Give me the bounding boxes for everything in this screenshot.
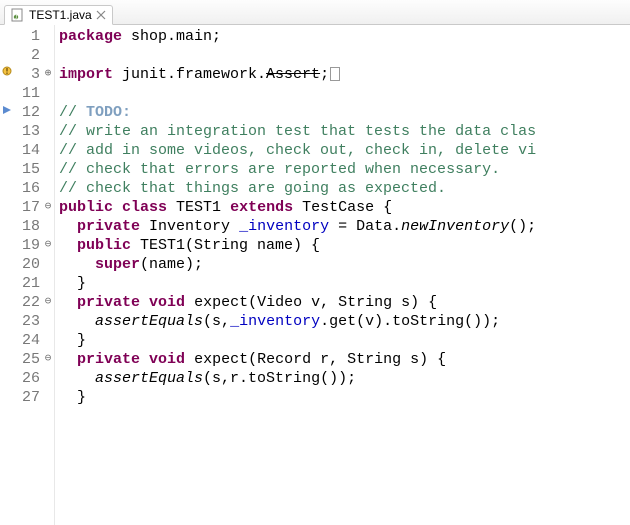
code-line[interactable]: // check that things are going as expect…	[59, 179, 536, 198]
line-number: 27	[14, 388, 42, 407]
fold-collapse-icon[interactable]	[45, 236, 52, 255]
collapsed-indicator	[330, 67, 340, 81]
code-line[interactable]: }	[59, 274, 536, 293]
line-number: 15	[14, 160, 42, 179]
code-line[interactable]: private void expect(Video v, String s) {	[59, 293, 536, 312]
code-editor[interactable]: 1231112131415161718192021222324252627 pa…	[0, 25, 630, 525]
tab-bar: J TEST1.java	[0, 0, 630, 25]
code-line[interactable]: public TEST1(String name) {	[59, 236, 536, 255]
fold-collapse-icon[interactable]	[45, 293, 52, 312]
code-line[interactable]: // add in some videos, check out, check …	[59, 141, 536, 160]
line-number: 21	[14, 274, 42, 293]
line-number: 25	[14, 350, 42, 369]
line-number: 19	[14, 236, 42, 255]
code-line[interactable]: assertEquals(s,_inventory.get(v).toStrin…	[59, 312, 536, 331]
line-number: 1	[14, 27, 42, 46]
code-line[interactable]: private Inventory _inventory = Data.newI…	[59, 217, 536, 236]
fold-gutter	[42, 25, 55, 525]
line-number: 23	[14, 312, 42, 331]
code-line[interactable]: package shop.main;	[59, 27, 536, 46]
code-line[interactable]	[59, 84, 536, 103]
java-file-icon: J	[11, 8, 25, 22]
warning-icon	[2, 65, 12, 84]
marker-gutter	[0, 25, 14, 525]
code-line[interactable]: assertEquals(s,r.toString());	[59, 369, 536, 388]
line-number: 14	[14, 141, 42, 160]
line-number: 2	[14, 46, 42, 65]
fold-collapse-icon[interactable]	[45, 198, 52, 217]
fold-collapse-icon[interactable]	[45, 350, 52, 369]
line-number: 13	[14, 122, 42, 141]
line-number: 16	[14, 179, 42, 198]
code-line[interactable]: public class TEST1 extends TestCase {	[59, 198, 536, 217]
task-marker-icon	[3, 103, 11, 122]
line-number: 12	[14, 103, 42, 122]
code-line[interactable]: // TODO:	[59, 103, 536, 122]
line-number: 26	[14, 369, 42, 388]
code-line[interactable]: }	[59, 331, 536, 350]
code-line[interactable]: super(name);	[59, 255, 536, 274]
line-number: 17	[14, 198, 42, 217]
code-area[interactable]: package shop.main; import junit.framework…	[55, 25, 536, 525]
tab-filename: TEST1.java	[29, 8, 92, 22]
code-line[interactable]: import junit.framework.Assert;	[59, 65, 536, 84]
code-line[interactable]: }	[59, 388, 536, 407]
close-icon[interactable]	[96, 10, 106, 20]
code-line[interactable]: // check that errors are reported when n…	[59, 160, 536, 179]
line-number-gutter: 1231112131415161718192021222324252627	[14, 25, 42, 525]
line-number: 20	[14, 255, 42, 274]
line-number: 24	[14, 331, 42, 350]
code-line[interactable]: // write an integration test that tests …	[59, 122, 536, 141]
line-number: 11	[14, 84, 42, 103]
line-number: 22	[14, 293, 42, 312]
tab-test1-java[interactable]: J TEST1.java	[4, 5, 113, 25]
line-number: 3	[14, 65, 42, 84]
line-number: 18	[14, 217, 42, 236]
code-line[interactable]	[59, 46, 536, 65]
fold-expand-icon[interactable]	[45, 65, 52, 84]
code-line[interactable]: private void expect(Record r, String s) …	[59, 350, 536, 369]
